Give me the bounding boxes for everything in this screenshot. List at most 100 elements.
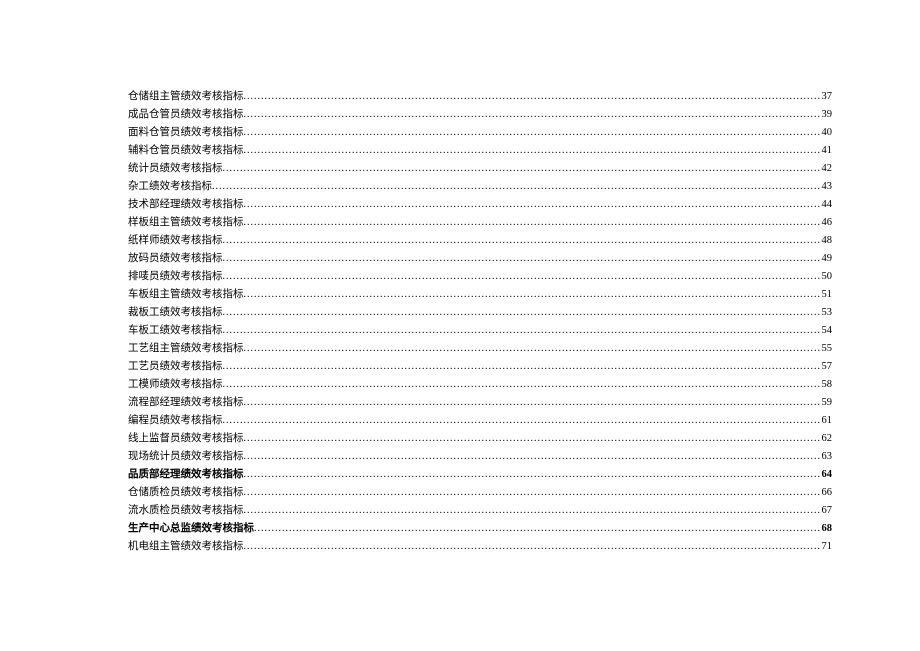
toc-leader-dots	[212, 178, 820, 196]
toc-leader-dots	[244, 466, 820, 484]
toc-title: 仓储质检员绩效考核指标	[128, 484, 244, 502]
toc-leader-dots	[244, 286, 820, 304]
toc-page-number: 62	[820, 430, 833, 448]
toc-title: 编程员绩效考核指标	[128, 412, 223, 430]
toc-entry: 仓储组主管绩效考核指标 37	[128, 88, 832, 106]
toc-entry: 面料仓管员绩效考核指标 40	[128, 124, 832, 142]
toc-page-number: 41	[820, 142, 833, 160]
toc-leader-dots	[223, 232, 820, 250]
toc-entry: 纸样师绩效考核指标 48	[128, 232, 832, 250]
toc-leader-dots	[244, 484, 820, 502]
toc-leader-dots	[244, 340, 820, 358]
toc-leader-dots	[244, 214, 820, 232]
toc-page-number: 44	[820, 196, 833, 214]
toc-title: 技术部经理绩效考核指标	[128, 196, 244, 214]
toc-page-number: 48	[820, 232, 833, 250]
toc-page-number: 71	[820, 538, 833, 556]
toc-leader-dots	[244, 394, 820, 412]
toc-title: 放码员绩效考核指标	[128, 250, 223, 268]
toc-entry: 样板组主管绩效考核指标 46	[128, 214, 832, 232]
toc-page-number: 40	[820, 124, 833, 142]
toc-leader-dots	[244, 448, 820, 466]
toc-page-number: 54	[820, 322, 833, 340]
toc-title: 辅料仓管员绩效考核指标	[128, 142, 244, 160]
toc-title: 品质部经理绩效考核指标	[128, 466, 244, 484]
toc-leader-dots	[254, 520, 820, 538]
toc-entry: 仓储质检员绩效考核指标 66	[128, 484, 832, 502]
toc-title: 排唛员绩效考核指标	[128, 268, 223, 286]
toc-title: 车板组主管绩效考核指标	[128, 286, 244, 304]
toc-page-number: 43	[820, 178, 833, 196]
toc-title: 工模师绩效考核指标	[128, 376, 223, 394]
toc-leader-dots	[223, 322, 820, 340]
toc-entry: 工艺组主管绩效考核指标 55	[128, 340, 832, 358]
toc-entry: 技术部经理绩效考核指标 44	[128, 196, 832, 214]
toc-entry: 流程部经理绩效考核指标 59	[128, 394, 832, 412]
toc-title: 流程部经理绩效考核指标	[128, 394, 244, 412]
toc-page-number: 42	[820, 160, 833, 178]
toc-leader-dots	[244, 430, 820, 448]
toc-entry: 现场统计员绩效考核指标 63	[128, 448, 832, 466]
toc-entry: 编程员绩效考核指标 61	[128, 412, 832, 430]
toc-page-number: 64	[820, 466, 833, 484]
toc-title: 杂工绩效考核指标	[128, 178, 212, 196]
toc-title: 工艺员绩效考核指标	[128, 358, 223, 376]
toc-entry: 成品仓管员绩效考核指标 39	[128, 106, 832, 124]
toc-leader-dots	[244, 106, 820, 124]
toc-leader-dots	[244, 196, 820, 214]
toc-leader-dots	[223, 250, 820, 268]
toc-entry: 车板组主管绩效考核指标51	[128, 286, 832, 304]
toc-entry: 流水质检员绩效考核指标 67	[128, 502, 832, 520]
toc-title: 裁板工绩效考核指标	[128, 304, 223, 322]
toc-entry: 排唛员绩效考核指标 50	[128, 268, 832, 286]
toc-page-number: 39	[820, 106, 833, 124]
toc-entry: 杂工绩效考核指标 43	[128, 178, 832, 196]
toc-page-number: 67	[820, 502, 833, 520]
toc-page-number: 50	[820, 268, 833, 286]
toc-title: 工艺组主管绩效考核指标	[128, 340, 244, 358]
toc-page-number: 55	[820, 340, 833, 358]
toc-page-number: 61	[820, 412, 833, 430]
toc-page-number: 59	[820, 394, 833, 412]
toc-page-number: 68	[820, 520, 833, 538]
toc-entry: 辅料仓管员绩效考核指标 41	[128, 142, 832, 160]
toc-entry: 品质部经理绩效考核指标 64	[128, 466, 832, 484]
toc-leader-dots	[244, 502, 820, 520]
toc-title: 样板组主管绩效考核指标	[128, 214, 244, 232]
toc-page-number: 57	[820, 358, 833, 376]
toc-entry: 线上监督员绩效考核指标 62	[128, 430, 832, 448]
toc-title: 机电组主管绩效考核指标	[128, 538, 244, 556]
toc-title: 现场统计员绩效考核指标	[128, 448, 244, 466]
toc-leader-dots	[223, 358, 820, 376]
toc-page-number: 58	[820, 376, 833, 394]
toc-page-number: 53	[820, 304, 833, 322]
toc-leader-dots	[223, 412, 820, 430]
toc-title: 仓储组主管绩效考核指标	[128, 88, 244, 106]
toc-page-number: 66	[820, 484, 833, 502]
toc-leader-dots	[244, 142, 820, 160]
toc-page-number: 46	[820, 214, 833, 232]
toc-page-number: 63	[820, 448, 833, 466]
toc-entry: 工模师绩效考核指标 58	[128, 376, 832, 394]
toc-leader-dots	[223, 304, 820, 322]
toc-title: 车板工绩效考核指标	[128, 322, 223, 340]
toc-title: 纸样师绩效考核指标	[128, 232, 223, 250]
toc-title: 成品仓管员绩效考核指标	[128, 106, 244, 124]
table-of-contents: 仓储组主管绩效考核指标37成品仓管员绩效考核指标39面料仓管员绩效考核指标40辅…	[128, 88, 832, 556]
toc-leader-dots	[223, 268, 820, 286]
toc-leader-dots	[223, 160, 820, 178]
toc-title: 统计员绩效考核指标	[128, 160, 223, 178]
toc-entry: 机电组主管绩效考核指标 71	[128, 538, 832, 556]
toc-title: 流水质检员绩效考核指标	[128, 502, 244, 520]
toc-leader-dots	[244, 124, 820, 142]
toc-entry: 工艺员绩效考核指标 57	[128, 358, 832, 376]
toc-entry: 统计员绩效考核指标 42	[128, 160, 832, 178]
toc-page-number: 49	[820, 250, 833, 268]
toc-title: 生产中心总监绩效考核指标	[128, 520, 254, 538]
toc-page-number: 37	[820, 88, 833, 106]
toc-entry: 裁板工绩效考核指标 53	[128, 304, 832, 322]
toc-title: 面料仓管员绩效考核指标	[128, 124, 244, 142]
toc-leader-dots	[223, 376, 820, 394]
toc-title: 线上监督员绩效考核指标	[128, 430, 244, 448]
toc-entry: 放码员绩效考核指标 49	[128, 250, 832, 268]
